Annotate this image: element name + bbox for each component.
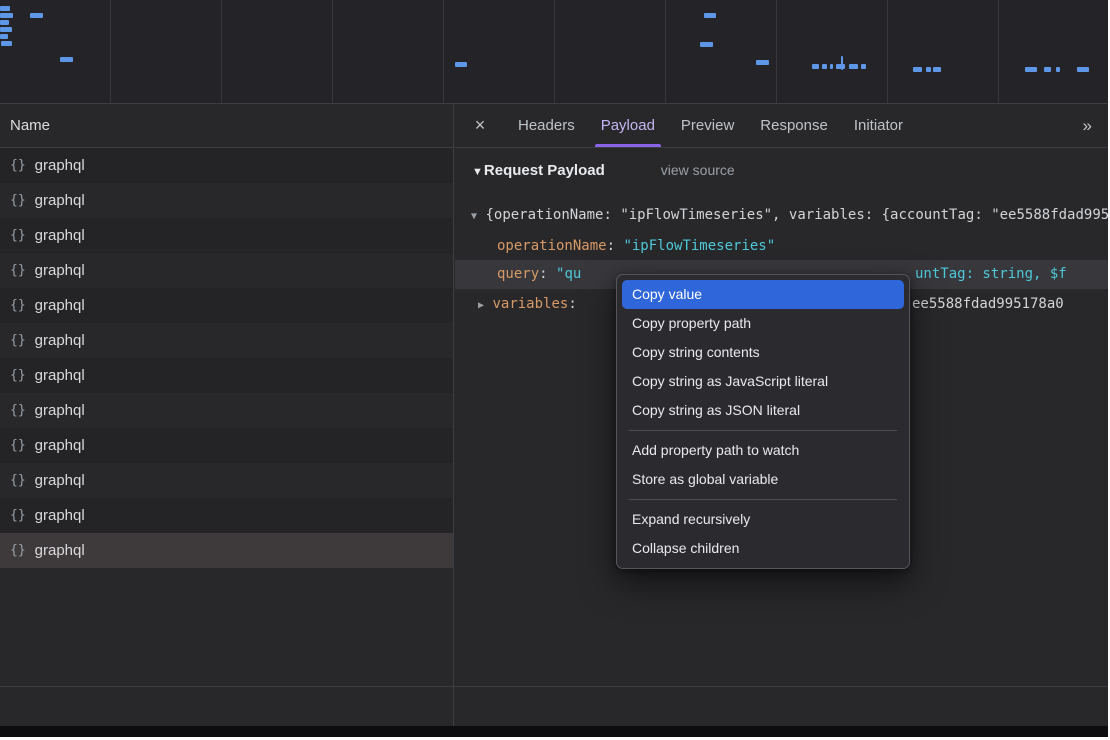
more-tabs-icon[interactable]: » — [1067, 104, 1108, 147]
timeline-bar — [0, 6, 10, 11]
timeline-bar — [822, 64, 827, 69]
json-icon: {} — [10, 333, 26, 348]
network-request-row[interactable]: {} graphql — [0, 323, 453, 358]
request-name-label: graphql — [35, 402, 85, 419]
timeline-bar — [756, 60, 769, 65]
json-icon: {} — [10, 298, 26, 313]
request-name-label: graphql — [35, 227, 85, 244]
timeline-bar — [704, 13, 716, 18]
network-request-list: Name {} graphql {} graphql {} graphql {} graphq… — [0, 104, 454, 726]
menu-item-collapse-children[interactable]: Collapse children — [622, 534, 904, 563]
request-name-label: graphql — [35, 542, 85, 559]
network-request-row[interactable]: {} graphql — [0, 148, 453, 183]
request-name-label: graphql — [35, 472, 85, 489]
menu-item-copy-string-contents[interactable]: Copy string contents — [622, 338, 904, 367]
timeline-bar — [0, 20, 9, 25]
timeline-bar — [926, 67, 931, 72]
timeline-bar — [1077, 67, 1089, 72]
json-icon: {} — [10, 158, 26, 173]
network-request-row[interactable]: {} graphql — [0, 393, 453, 428]
payload-root-preview[interactable]: ▼ {operationName: "ipFlowTimeseries", va… — [455, 201, 1108, 230]
json-icon: {} — [10, 228, 26, 243]
menu-separator — [629, 499, 897, 500]
tab-headers[interactable]: Headers — [505, 104, 588, 147]
name-column-header[interactable]: Name — [0, 104, 453, 148]
json-icon: {} — [10, 263, 26, 278]
request-payload-title[interactable]: ▼Request Payload — [472, 162, 605, 179]
json-icon: {} — [10, 543, 26, 558]
payload-prop-operationname[interactable]: operationName: "ipFlowTimeseries" — [455, 232, 1108, 261]
request-name-label: graphql — [35, 297, 85, 314]
menu-item-copy-string-as-javascript-literal[interactable]: Copy string as JavaScript literal — [622, 367, 904, 396]
request-name-label: graphql — [35, 507, 85, 524]
close-icon[interactable]: × — [455, 104, 505, 147]
menu-item-expand-recursively[interactable]: Expand recursively — [622, 505, 904, 534]
network-rows: {} graphql {} graphql {} graphql {} graphql {} gr… — [0, 148, 453, 568]
menu-item-store-as-global-variable[interactable]: Store as global variable — [622, 465, 904, 494]
menu-item-add-property-path-to-watch[interactable]: Add property path to watch — [622, 436, 904, 465]
timeline-bar — [812, 64, 819, 69]
tab-payload[interactable]: Payload — [588, 104, 668, 147]
timeline-bar — [861, 64, 866, 69]
footer-divider — [0, 686, 1108, 687]
timeline-bar — [0, 27, 12, 32]
details-tab-bar: × HeadersPayloadPreviewResponseInitiator… — [455, 104, 1108, 148]
tab-items: HeadersPayloadPreviewResponseInitiator — [505, 104, 916, 147]
timeline-bar — [933, 67, 941, 72]
timeline-bar — [1, 41, 12, 46]
timeline-bar — [849, 64, 858, 69]
request-name-label: graphql — [35, 367, 85, 384]
timeline-bar — [830, 64, 833, 69]
disclosure-open-icon[interactable]: ▼ — [472, 166, 483, 178]
menu-item-copy-string-as-json-literal[interactable]: Copy string as JSON literal — [622, 396, 904, 425]
network-request-row[interactable]: {} graphql — [0, 253, 453, 288]
timeline-bar — [700, 42, 713, 47]
timeline-bar — [455, 62, 467, 67]
timeline-bar — [0, 13, 13, 18]
devtools-network-panel: Name {} graphql {} graphql {} graphql {} graphq… — [0, 0, 1108, 726]
request-name-label: graphql — [35, 437, 85, 454]
tab-initiator[interactable]: Initiator — [841, 104, 916, 147]
menu-item-copy-property-path[interactable]: Copy property path — [622, 309, 904, 338]
tab-response[interactable]: Response — [747, 104, 841, 147]
request-name-label: graphql — [35, 157, 85, 174]
network-request-row[interactable]: {} graphql — [0, 498, 453, 533]
timeline-bar — [1044, 67, 1051, 72]
timeline-bar — [913, 67, 922, 72]
network-request-row[interactable]: {} graphql — [0, 533, 453, 568]
network-request-row[interactable]: {} graphql — [0, 183, 453, 218]
network-request-row[interactable]: {} graphql — [0, 463, 453, 498]
timeline-bar — [60, 57, 73, 62]
json-icon: {} — [10, 403, 26, 418]
request-name-label: graphql — [35, 262, 85, 279]
timeline-bar — [30, 13, 43, 18]
context-menu: Copy valueCopy property pathCopy string … — [616, 274, 910, 569]
menu-item-copy-value[interactable]: Copy value — [622, 280, 904, 309]
network-request-row[interactable]: {} graphql — [0, 288, 453, 323]
devtools-screenshot: Name {} graphql {} graphql {} graphql {} graphq… — [0, 0, 1110, 740]
json-icon: {} — [10, 368, 26, 383]
timeline-bar — [1056, 67, 1060, 72]
network-request-row[interactable]: {} graphql — [0, 428, 453, 463]
timeline-bar — [841, 56, 843, 70]
network-request-row[interactable]: {} graphql — [0, 358, 453, 393]
timeline-bar — [1025, 67, 1037, 72]
window-bottom-edge — [0, 726, 1108, 737]
json-icon: {} — [10, 438, 26, 453]
network-request-row[interactable]: {} graphql — [0, 218, 453, 253]
json-icon: {} — [10, 193, 26, 208]
variables-preview-fragment: ee5588fdad995178a0 — [912, 290, 1064, 319]
query-value-fragment: untTag: string, $f — [915, 260, 1067, 289]
json-icon: {} — [10, 508, 26, 523]
request-payload-section: ▼Request Payload view source — [472, 162, 1108, 179]
tab-preview[interactable]: Preview — [668, 104, 747, 147]
request-name-label: graphql — [35, 192, 85, 209]
request-name-label: graphql — [35, 332, 85, 349]
timeline-bar — [0, 34, 8, 39]
json-icon: {} — [10, 473, 26, 488]
view-source-link[interactable]: view source — [661, 162, 735, 178]
overview-strip[interactable] — [0, 0, 1108, 104]
menu-separator — [629, 430, 897, 431]
